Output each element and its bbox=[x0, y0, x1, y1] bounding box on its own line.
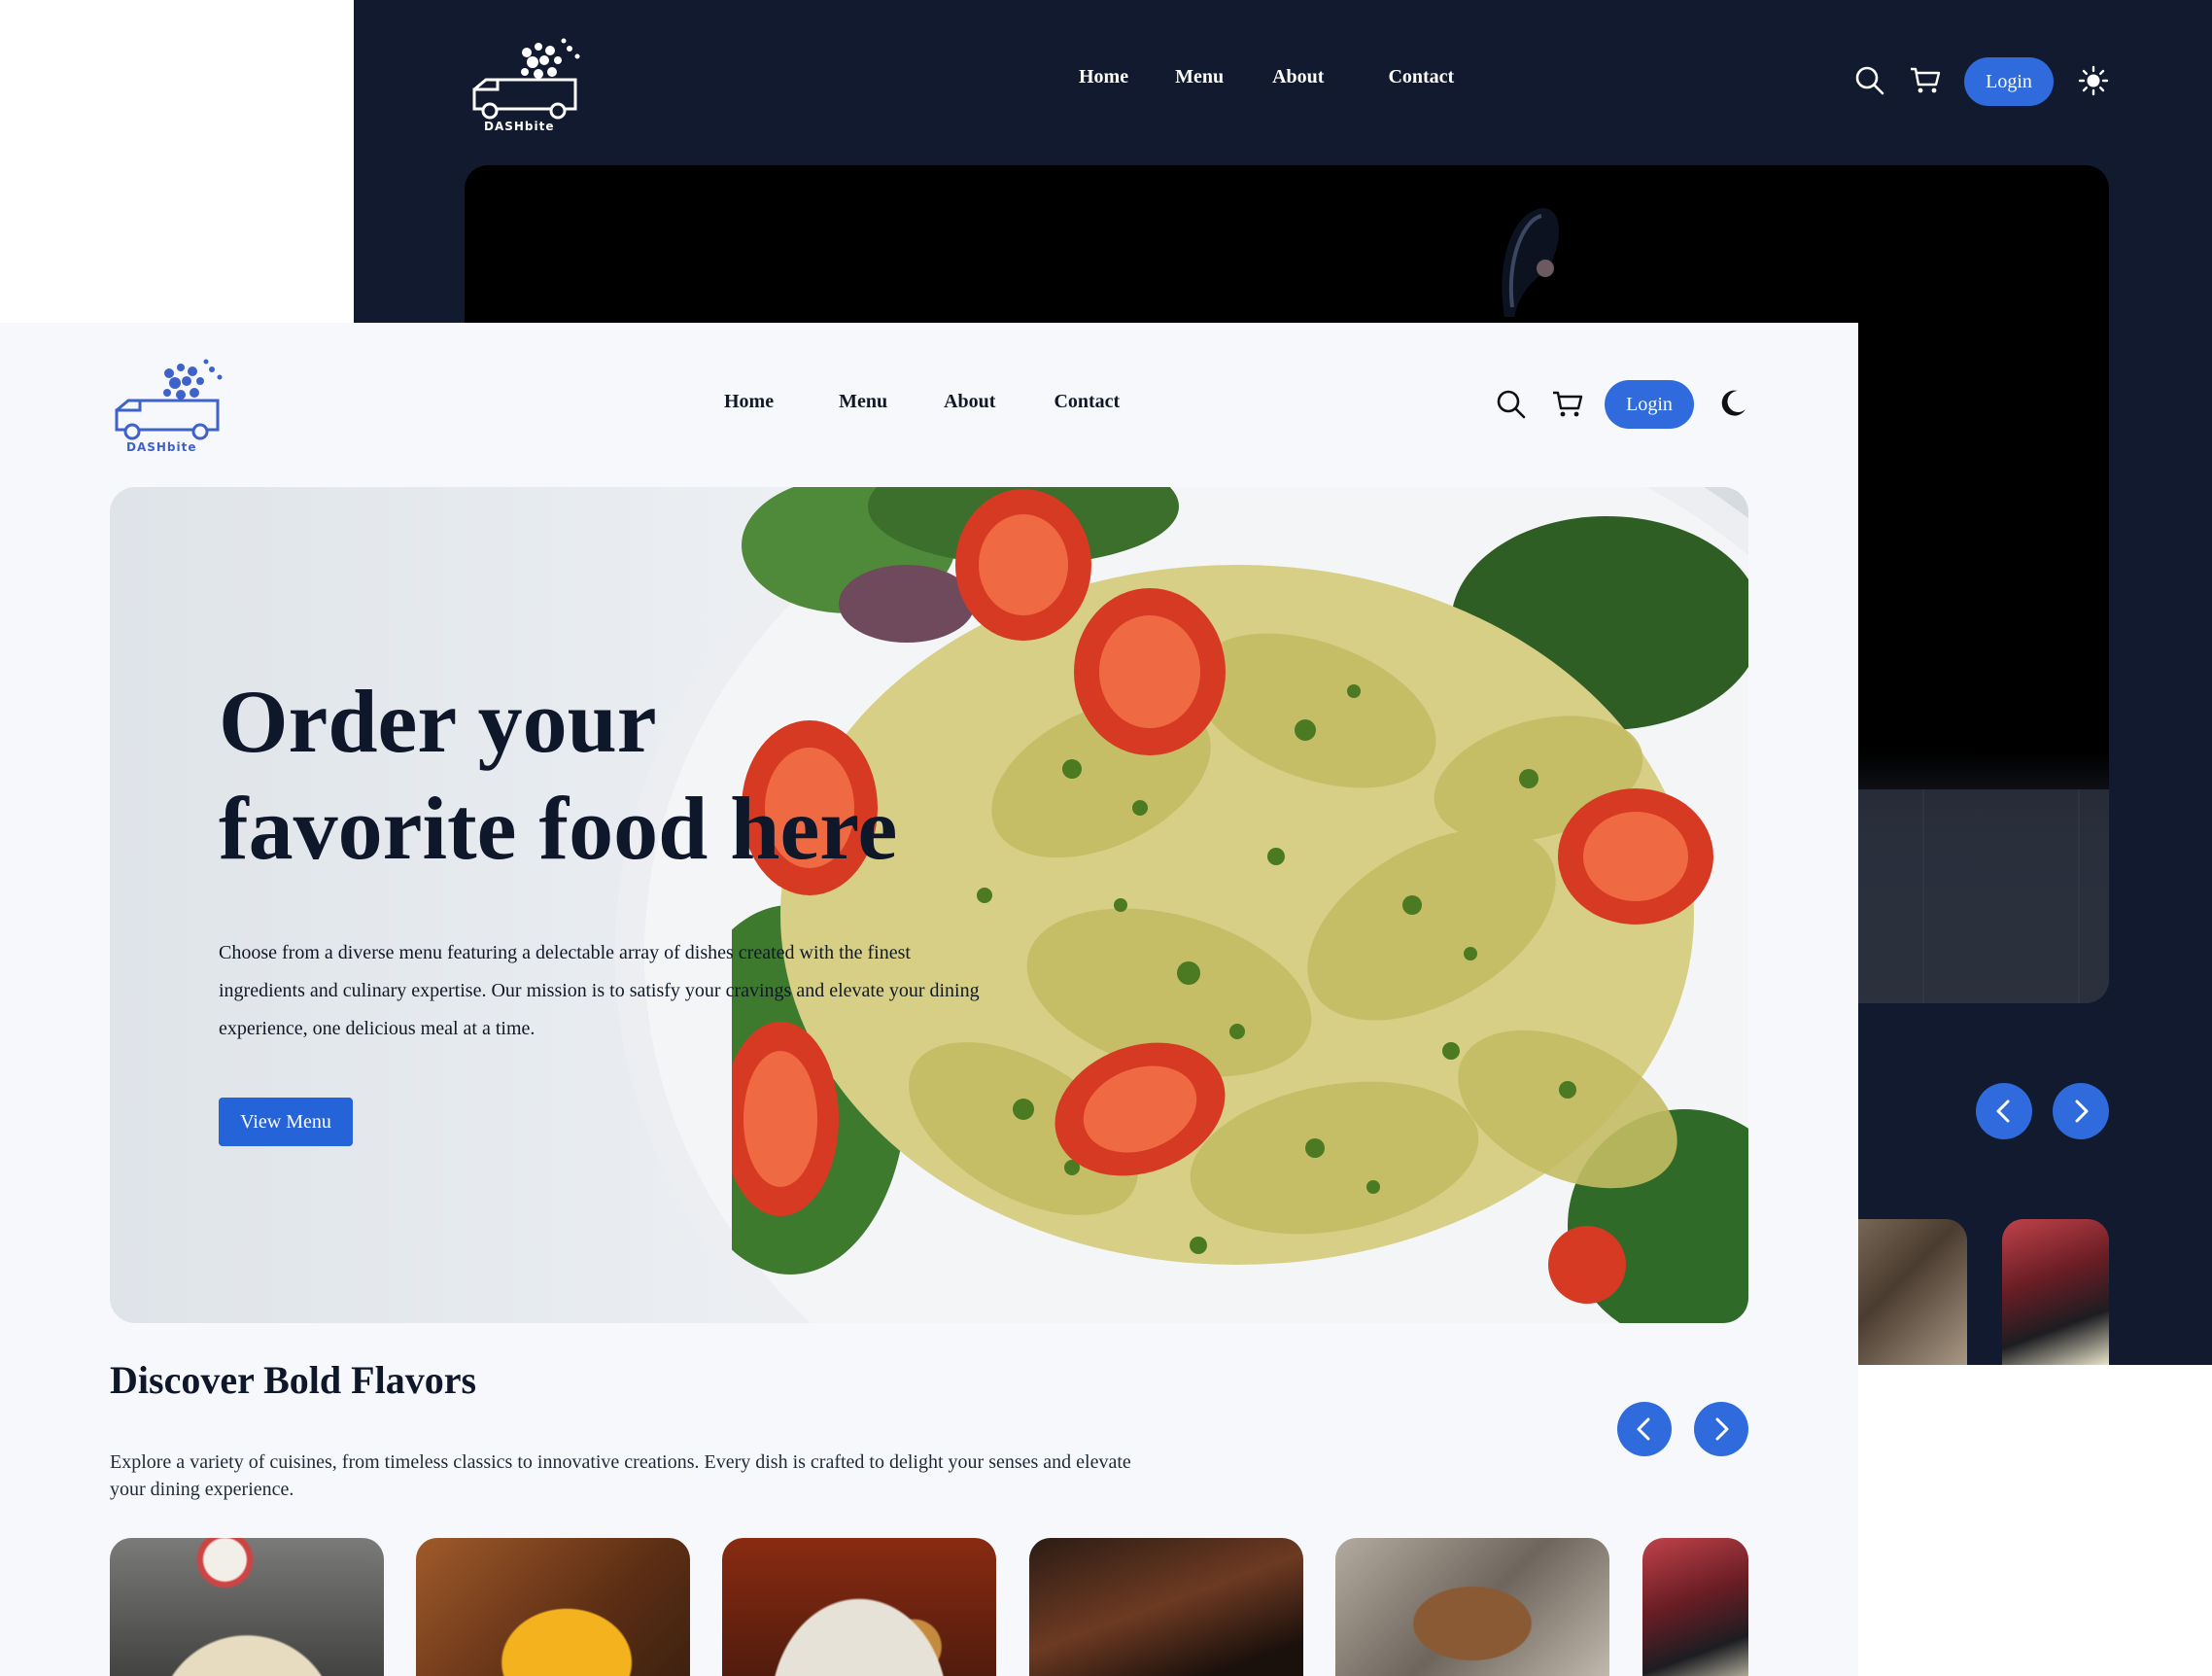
cart-icon[interactable] bbox=[1909, 65, 1942, 96]
nav-link-home[interactable]: Home bbox=[1079, 66, 1128, 88]
carousel-prev-button[interactable] bbox=[1617, 1402, 1672, 1456]
nav-link-contact[interactable]: Contact bbox=[1388, 66, 1454, 88]
carousel-next-button[interactable] bbox=[1694, 1402, 1748, 1456]
food-card[interactable] bbox=[1029, 1538, 1303, 1676]
search-icon[interactable] bbox=[1496, 389, 1527, 420]
section-title: Discover Bold Flavors bbox=[110, 1358, 477, 1402]
dashbite-logo[interactable]: DASHbite bbox=[111, 352, 243, 453]
nav-link-menu[interactable]: Menu bbox=[839, 391, 887, 413]
svg-text:DASHbite: DASHbite bbox=[126, 440, 197, 453]
view-menu-button[interactable]: View Menu bbox=[219, 1098, 353, 1146]
light-theme-preview: DASHbite Home Menu About Contact Login O… bbox=[0, 323, 1858, 1676]
dark-food-card[interactable] bbox=[2002, 1219, 2109, 1365]
nav-link-contact[interactable]: Contact bbox=[1054, 391, 1120, 413]
search-icon[interactable] bbox=[1854, 65, 1885, 96]
sun-icon[interactable] bbox=[2078, 65, 2109, 96]
main-nav: Home Menu About Contact bbox=[1079, 66, 1454, 88]
dark-carousel-prev-button[interactable] bbox=[1976, 1083, 2032, 1139]
food-card[interactable] bbox=[110, 1538, 384, 1676]
hero-title-line-2: favorite food here bbox=[219, 779, 898, 878]
hero-title: Order your favorite food here bbox=[219, 668, 1093, 882]
nav-link-about[interactable]: About bbox=[944, 391, 995, 413]
nav-link-about[interactable]: About bbox=[1272, 66, 1324, 88]
chevron-right-icon bbox=[2075, 1100, 2089, 1123]
food-card[interactable] bbox=[416, 1538, 690, 1676]
main-nav: Home Menu About Contact bbox=[724, 391, 1120, 413]
food-card[interactable] bbox=[1335, 1538, 1609, 1676]
cart-icon[interactable] bbox=[1551, 389, 1584, 420]
spoon-image bbox=[1502, 208, 1560, 317]
food-card[interactable] bbox=[722, 1538, 996, 1676]
login-button[interactable]: Login bbox=[1964, 57, 2054, 106]
hero-banner: Order your favorite food here Choose fro… bbox=[110, 487, 1748, 1323]
hero-title-line-1: Order your bbox=[219, 672, 657, 771]
hero-description: Choose from a diverse menu featuring a d… bbox=[219, 942, 980, 1039]
login-button[interactable]: Login bbox=[1605, 380, 1694, 429]
dark-carousel-next-button[interactable] bbox=[2053, 1083, 2109, 1139]
dashbite-logo[interactable]: DASHbite bbox=[468, 31, 601, 132]
food-card[interactable] bbox=[1642, 1538, 1748, 1676]
chevron-left-icon bbox=[1996, 1100, 2010, 1123]
nav-link-home[interactable]: Home bbox=[724, 391, 774, 413]
chevron-right-icon bbox=[1715, 1417, 1729, 1441]
nav-link-menu[interactable]: Menu bbox=[1175, 66, 1224, 88]
pasta-dish-image bbox=[732, 487, 1748, 1323]
moon-icon[interactable] bbox=[1716, 388, 1747, 419]
chevron-left-icon bbox=[1637, 1417, 1650, 1441]
section-description: Explore a variety of cuisines, from time… bbox=[110, 1451, 1131, 1500]
svg-text:DASHbite: DASHbite bbox=[484, 120, 555, 132]
